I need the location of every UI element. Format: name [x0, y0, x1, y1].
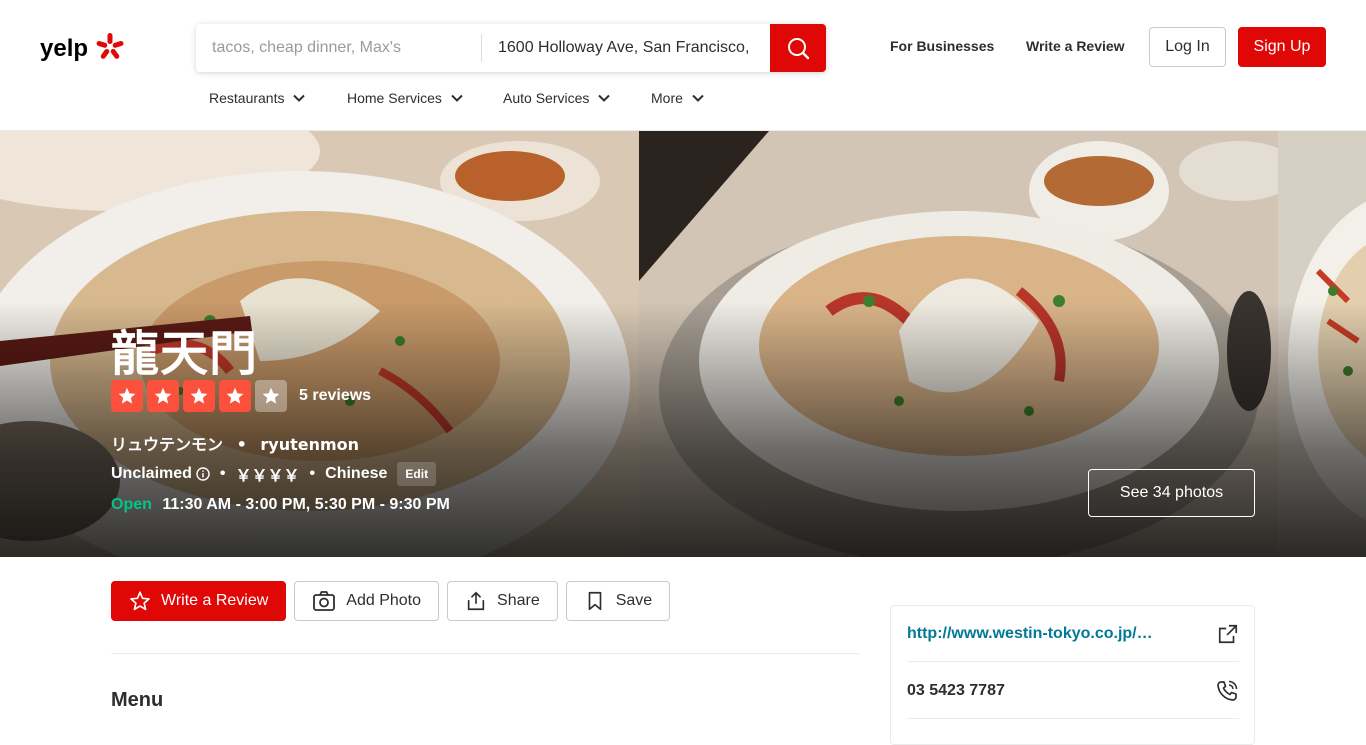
search-find-input[interactable]: tacos, cheap dinner, Max's [196, 34, 482, 62]
star-outline-icon [130, 591, 150, 611]
website-row[interactable]: http://www.westin-tokyo.co.jp/… [907, 606, 1239, 662]
save-button[interactable]: Save [565, 581, 671, 621]
section-divider [111, 653, 859, 654]
alt-name-japanese: リュウテンモン [111, 435, 224, 454]
alt-name-romaji: ryutenmon [260, 435, 360, 454]
alternate-name: リュウテンモン • ryutenmon [111, 431, 359, 455]
login-button[interactable]: Log In [1149, 27, 1226, 67]
header-write-review-link[interactable]: Write a Review [1026, 38, 1125, 54]
action-bar: Write a Review Add Photo Share Save [111, 581, 671, 621]
signup-button[interactable]: Sign Up [1238, 27, 1326, 67]
claim-status-label: Unclaimed [111, 465, 192, 482]
separator-dot: • [236, 435, 247, 454]
claim-status[interactable]: Unclaimed [111, 465, 210, 483]
star-icon [255, 380, 287, 412]
search-bar: tacos, cheap dinner, Max's 1600 Holloway… [196, 24, 826, 72]
add-photo-button[interactable]: Add Photo [294, 581, 440, 621]
chevron-down-icon [598, 94, 611, 102]
share-button[interactable]: Share [447, 581, 558, 621]
hours-text: 11:30 AM - 3:00 PM, 5:30 PM - 9:30 PM [162, 496, 450, 513]
star-rating [111, 380, 287, 412]
phone-icon [1217, 680, 1238, 701]
separator-dot: • [309, 465, 316, 482]
price-range: ￥￥￥￥ [235, 468, 300, 485]
separator-dot: • [219, 465, 226, 482]
category-home-services[interactable]: Home Services [347, 90, 464, 106]
write-review-label: Write a Review [161, 592, 269, 609]
info-icon [196, 467, 210, 481]
search-location-input[interactable]: 1600 Holloway Ave, San Francisco, [482, 24, 770, 72]
search-icon [788, 38, 810, 60]
category-auto-services[interactable]: Auto Services [503, 90, 611, 106]
category-label: Auto Services [503, 90, 590, 106]
external-link-icon [1218, 624, 1238, 643]
phone-number: 03 5423 7787 [907, 681, 1005, 699]
chevron-down-icon [692, 94, 704, 102]
star-icon [219, 380, 251, 412]
write-review-button[interactable]: Write a Review [111, 581, 287, 621]
star-icon [111, 380, 143, 412]
bookmark-icon [588, 591, 602, 611]
category-label: Restaurants [209, 90, 285, 106]
category-more[interactable]: More [651, 90, 705, 106]
category-restaurants[interactable]: Restaurants [209, 90, 306, 106]
open-status: Open [111, 496, 152, 513]
chevron-down-icon [293, 94, 306, 102]
edit-category-button[interactable]: Edit [397, 462, 437, 486]
yelp-logo[interactable]: yelp [40, 30, 124, 66]
chevron-down-icon [451, 94, 463, 102]
phone-row[interactable]: 03 5423 7787 [907, 663, 1239, 719]
add-photo-label: Add Photo [346, 592, 422, 609]
review-count[interactable]: 5 reviews [299, 387, 371, 405]
share-icon [467, 591, 485, 611]
see-all-photos-button[interactable]: See 34 photos [1088, 469, 1255, 517]
business-meta: Unclaimed • ￥￥￥￥ • Chinese Edit [111, 462, 437, 486]
business-name: 龍天門 [111, 326, 259, 382]
share-label: Share [497, 592, 540, 609]
svg-text:yelp: yelp [40, 35, 88, 62]
website-link[interactable]: http://www.westin-tokyo.co.jp/… [907, 625, 1153, 643]
menu-section-title: Menu [111, 689, 164, 711]
camera-icon [313, 591, 336, 611]
save-label: Save [615, 592, 653, 609]
category-link[interactable]: Chinese [325, 465, 387, 483]
photo-header: 龍天門 5 reviews リュウテンモン • ryutenmon Unclai… [0, 131, 1366, 557]
star-icon [183, 380, 215, 412]
search-button[interactable] [770, 24, 826, 72]
for-businesses-link[interactable]: For Businesses [890, 38, 994, 54]
business-info-card: http://www.westin-tokyo.co.jp/… 03 5423 … [890, 605, 1255, 745]
top-header: yelp tacos, cheap dinner, Max's 1600 Hol… [0, 0, 1366, 131]
category-label: Home Services [347, 90, 442, 106]
business-hours: Open 11:30 AM - 3:00 PM, 5:30 PM - 9:30 … [111, 496, 450, 514]
category-label: More [651, 90, 683, 106]
star-icon [147, 380, 179, 412]
